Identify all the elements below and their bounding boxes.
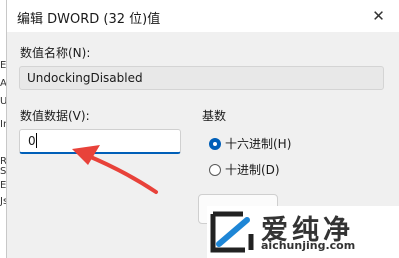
arrow-head xyxy=(72,145,100,165)
watermark-url: aichunjing.com xyxy=(261,239,356,252)
slash-box-logo-icon xyxy=(210,211,254,253)
watermark-logo: 爱纯净 aichunjing.com xyxy=(207,206,399,258)
arrow-shaft xyxy=(84,153,158,194)
